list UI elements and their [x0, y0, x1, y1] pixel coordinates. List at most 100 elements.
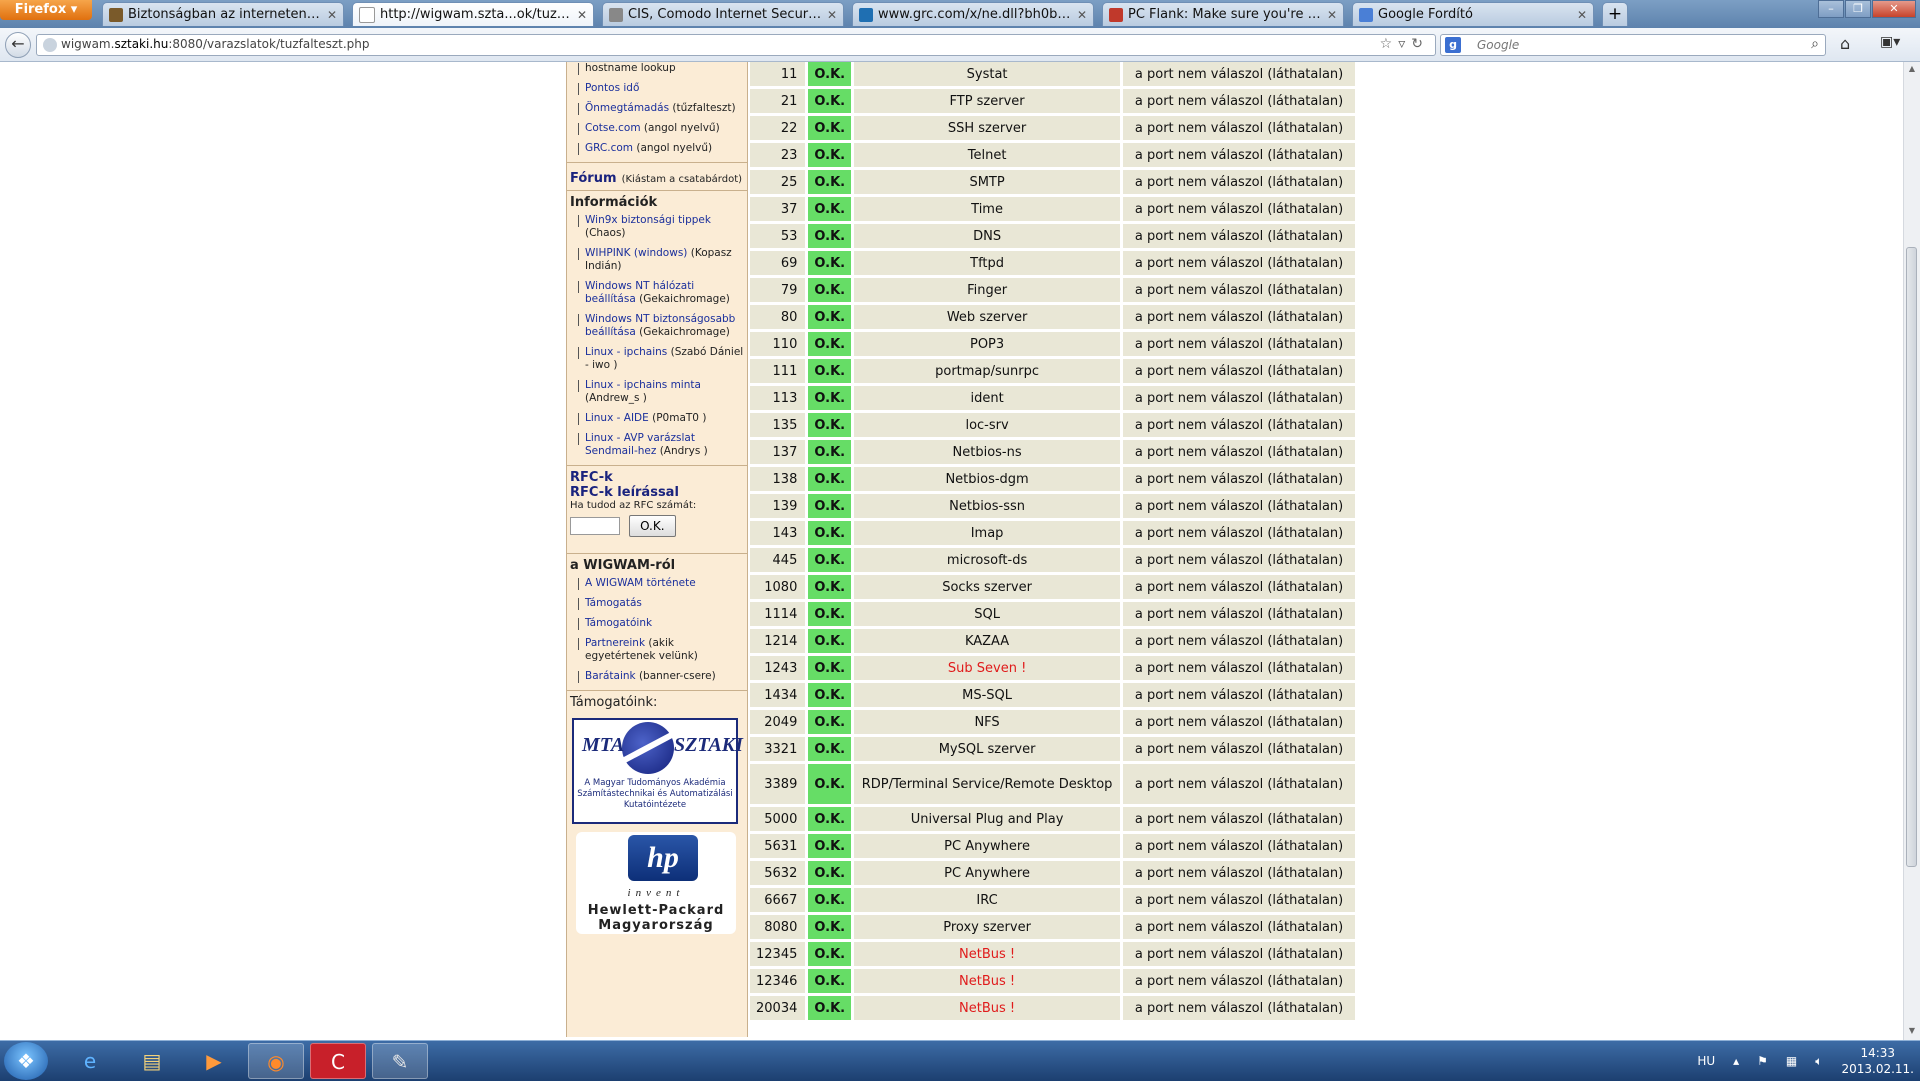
hp-name-line1: Hewlett-Packard: [587, 903, 725, 918]
port-number: 5000: [750, 807, 806, 831]
scroll-down-arrow-icon[interactable]: ▼: [1906, 1026, 1918, 1038]
home-icon[interactable]: ⌂: [1840, 34, 1850, 53]
tab-close-icon[interactable]: ✕: [327, 8, 337, 22]
port-row: 2049 O.K. NFS a port nem válaszol (láthatal…: [750, 710, 1356, 734]
rfc-hint: Ha tudod az RFC számát:: [570, 500, 697, 511]
tab-favicon-icon: [1359, 7, 1373, 22]
rfc-ok-button[interactable]: O.K.: [629, 515, 676, 537]
port-number: 138: [750, 467, 806, 491]
port-number: 110: [750, 332, 806, 356]
sidebar-link-note: (Gekaichromage): [639, 326, 730, 338]
tab-close-icon[interactable]: ✕: [1077, 8, 1087, 22]
new-tab-button[interactable]: +: [1602, 2, 1628, 26]
search-icon[interactable]: ⌕: [1811, 36, 1819, 52]
port-service: NetBus !: [854, 996, 1121, 1020]
sidebar-link[interactable]: Linux - AIDE: [585, 412, 649, 424]
port-number: 5632: [750, 861, 806, 885]
sidebar-link[interactable]: Támogatóink: [585, 617, 652, 629]
rfc-number-input[interactable]: [570, 517, 620, 535]
windows-taskbar: ❖ e ▤ ▶ ◉ C ✎ HU ▴ ⚑ ▦ 🔈︎ 14:33 2013.02.11.: [0, 1040, 1920, 1081]
port-result: O.K.: [808, 62, 852, 86]
sidebar-link[interactable]: GRC.com: [585, 142, 633, 154]
search-bar[interactable]: g Google ⌕: [1440, 34, 1826, 56]
sidebar-link[interactable]: Cotse.com: [585, 122, 641, 134]
browser-tab[interactable]: Google Fordító ✕: [1352, 2, 1594, 26]
maximize-button[interactable]: ❐: [1845, 0, 1871, 18]
sidebar-link[interactable]: Pontos idő: [585, 82, 639, 94]
tab-close-icon[interactable]: ✕: [827, 8, 837, 22]
port-service: Proxy szerver: [854, 915, 1121, 939]
mta-caption: A Magyar Tudományos Akadémia Számítástec…: [577, 778, 733, 810]
tab-close-icon[interactable]: ✕: [1327, 8, 1337, 22]
port-service: Netbios-ssn: [854, 494, 1121, 518]
port-status: a port nem válaszol (láthatalan): [1123, 996, 1356, 1020]
clock[interactable]: 14:33 2013.02.11.: [1841, 1045, 1914, 1077]
sidebar-link[interactable]: Win9x biztonsági tippek: [585, 214, 711, 226]
google-engine-icon[interactable]: g: [1445, 37, 1461, 53]
scroll-up-arrow-icon[interactable]: ▲: [1906, 64, 1918, 76]
port-status: a port nem válaszol (láthatalan): [1123, 359, 1356, 383]
firefox-menu-button[interactable]: Firefox ▾: [0, 0, 92, 20]
port-result: O.K.: [808, 197, 852, 221]
url-bar[interactable]: wigwam.sztaki.hu:8080/varazslatok/tuzfal…: [36, 34, 1436, 56]
info-section: Információk: [567, 190, 747, 214]
tray-expand-icon[interactable]: ▴: [1733, 1054, 1739, 1068]
sidebar-link[interactable]: Önmegtámadás: [585, 102, 669, 114]
history-dropdown-icon[interactable]: ▿: [1398, 36, 1411, 52]
site-identity-icon[interactable]: [43, 38, 57, 52]
windows-logo-icon: ❖: [17, 1049, 35, 1073]
rfc-described-link[interactable]: RFC-k leírással: [570, 485, 744, 500]
sidebar-link[interactable]: WIHPINK (windows): [585, 247, 687, 259]
language-indicator[interactable]: HU: [1697, 1054, 1715, 1068]
vertical-scrollbar[interactable]: ▲ ▼: [1903, 62, 1920, 1040]
minimize-button[interactable]: –: [1818, 0, 1844, 18]
sidebar-link[interactable]: Barátaink: [585, 670, 636, 682]
volume-icon[interactable]: 🔈︎: [1815, 1054, 1822, 1069]
browser-tab[interactable]: www.grc.com/x/ne.dll?bh0bkyd2 - Si... ✕: [852, 2, 1094, 26]
sidebar-link[interactable]: Támogatás: [585, 597, 642, 609]
firefox-icon[interactable]: ◉: [248, 1043, 304, 1079]
scroll-thumb[interactable]: [1906, 247, 1917, 867]
sidebar-link-note: (tűzfalteszt): [672, 102, 736, 114]
start-button[interactable]: ❖: [4, 1042, 48, 1080]
tab-close-icon[interactable]: ✕: [577, 8, 587, 22]
mta-sztaki-logo[interactable]: MTA SZTAKI A Magyar Tudományos Akadémia …: [572, 718, 743, 824]
sidebar-link[interactable]: Linux - ipchains minta: [585, 379, 701, 391]
back-button[interactable]: ←: [5, 32, 31, 58]
browser-tab[interactable]: Biztonságban az interneten - Comod... ✕: [102, 2, 344, 26]
tools-icon[interactable]: ✎: [372, 1043, 428, 1079]
port-status: a port nem válaszol (láthatalan): [1123, 413, 1356, 437]
comodo-icon[interactable]: C: [310, 1043, 366, 1079]
browser-tab[interactable]: CIS, Comodo Internet Security [Olvas... ✕: [602, 2, 844, 26]
browser-tab[interactable]: PC Flank: Make sure you're protected... ✕: [1102, 2, 1344, 26]
tab-close-icon[interactable]: ✕: [1577, 8, 1587, 22]
port-number: 2049: [750, 710, 806, 734]
port-service: ident: [854, 386, 1121, 410]
network-icon[interactable]: ▦: [1786, 1054, 1797, 1068]
port-number: 23: [750, 143, 806, 167]
rfc-link[interactable]: RFC-k: [570, 470, 744, 485]
sidebar-link[interactable]: A WIGWAM története: [585, 577, 696, 589]
port-row: 5632 O.K. PC Anywhere a port nem válaszol (…: [750, 861, 1356, 885]
media-player-icon[interactable]: ▶: [186, 1043, 242, 1079]
bookmark-star-icon[interactable]: ☆: [1380, 36, 1399, 52]
mta-text: MTA: [582, 734, 625, 756]
sidebar-link-note: (Andrew_s ): [585, 392, 647, 404]
hp-logo[interactable]: hp invent Hewlett-Packard Magyarország: [576, 832, 736, 934]
port-status: a port nem válaszol (láthatalan): [1123, 89, 1356, 113]
reload-icon[interactable]: ↻: [1411, 36, 1429, 52]
action-center-flag-icon[interactable]: ⚑: [1757, 1054, 1768, 1068]
explorer-icon[interactable]: ▤: [124, 1043, 180, 1079]
port-number: 5631: [750, 834, 806, 858]
sidebar-link[interactable]: Partnereink: [585, 637, 645, 649]
port-row: 12345 O.K. NetBus ! a port nem válaszol (lá…: [750, 942, 1356, 966]
bookmarks-menu-icon[interactable]: ▣▾: [1880, 34, 1900, 50]
forum-link[interactable]: Fórum: [570, 171, 617, 186]
sidebar-link[interactable]: Linux - ipchains: [585, 346, 667, 358]
browser-tab[interactable]: http://wigwam.szta...ok/tuzfalteszt.php ✕: [352, 2, 594, 26]
close-window-button[interactable]: ✕: [1872, 0, 1916, 18]
port-service: SSH szerver: [854, 116, 1121, 140]
hp-name: Hewlett-Packard Magyarország: [576, 903, 736, 933]
about-heading: a WIGWAM-ról: [570, 558, 676, 573]
ie-icon[interactable]: e: [62, 1043, 118, 1079]
